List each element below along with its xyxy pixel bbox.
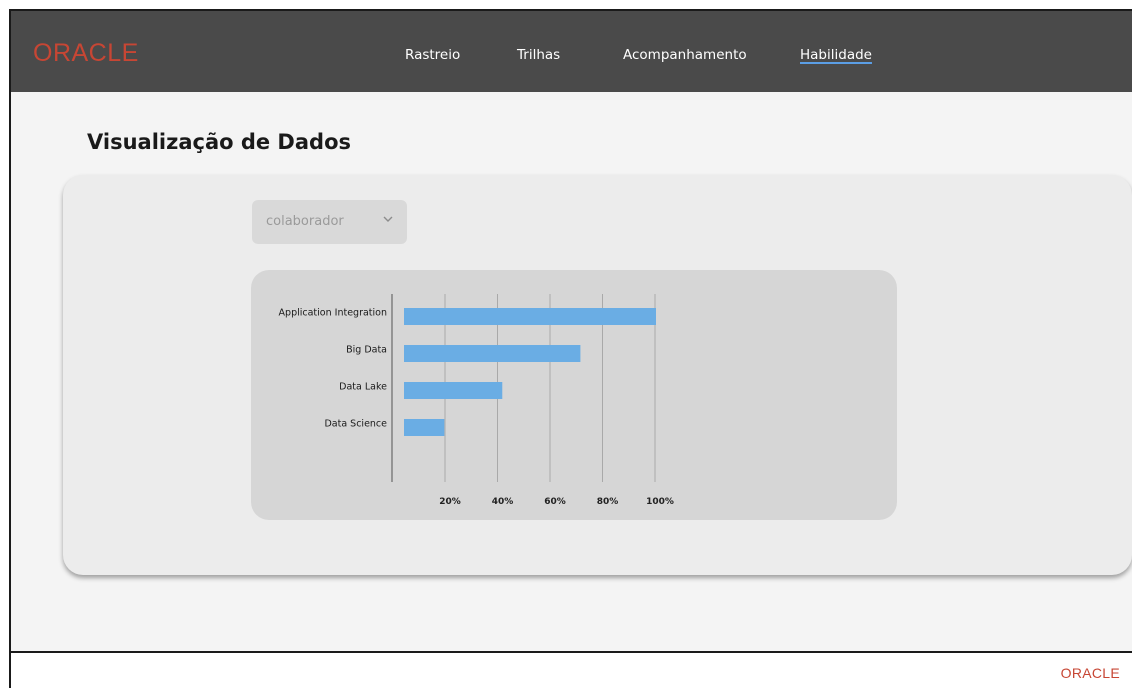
page-title: Visualização de Dados [87,130,351,154]
category-label: Data Science [324,419,387,430]
bar [404,308,656,325]
bar [404,345,581,362]
top-navbar: ORACLE Rastreio Trilhas Acompanhamento H… [11,11,1132,92]
bar [404,382,503,399]
oracle-logo[interactable]: ORACLE [33,39,139,68]
chevron-down-icon [383,216,393,222]
nav-link-trilhas[interactable]: Trilhas [517,47,560,63]
x-tick-label: 80% [597,497,619,507]
x-tick-label: 100% [646,497,674,507]
category-label: Application Integration [279,308,387,319]
x-tick-label: 60% [544,497,566,507]
bar [404,419,445,436]
nav-link-rastreio[interactable]: Rastreio [405,47,460,63]
app-window: ORACLE Rastreio Trilhas Acompanhamento H… [9,9,1132,688]
chart-panel: 20% 40% 60% 80% 100% Application Integration B… [251,270,897,520]
footer: ORACLE [11,653,1132,688]
skills-bar-chart: 20% 40% 60% 80% 100% Application Integration B… [279,294,674,507]
category-label: Big Data [346,345,387,356]
x-tick-label: 20% [439,497,461,507]
select-value: colaborador [266,214,344,229]
nav-link-acompanhamento[interactable]: Acompanhamento [623,47,747,63]
nav-link-habilidade[interactable]: Habilidade [800,47,872,63]
category-label: Data Lake [339,382,387,393]
footer-oracle-logo: ORACLE [1060,665,1120,681]
collaborator-select[interactable]: colaborador [252,200,407,244]
x-tick-label: 40% [492,497,514,507]
